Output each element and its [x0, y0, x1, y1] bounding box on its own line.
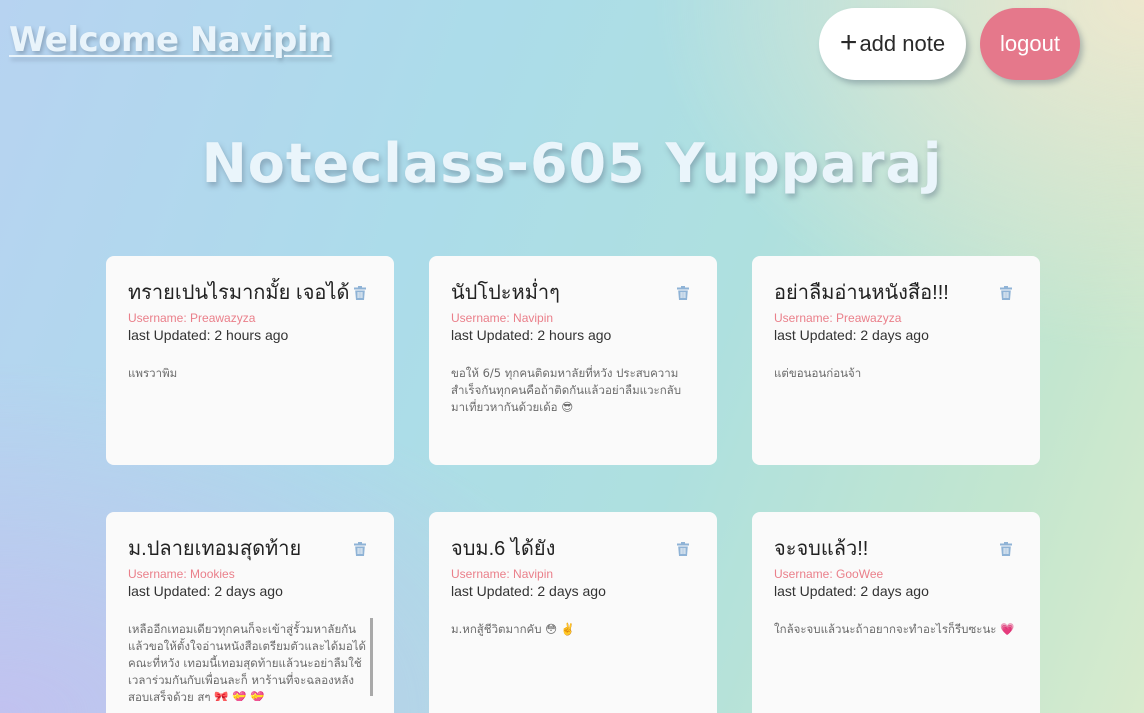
note-title: ทรายเปนไรมากมั้ย เจอได้: [128, 282, 350, 304]
note-username: Username: Navipin: [451, 567, 554, 581]
note-body: ใกล้จะจบแล้วนะถ้าอยากจะทำอะไรก็รีบซะนะ 💗: [774, 622, 1015, 636]
note-title: ม.ปลายเทอมสุดท้าย: [128, 538, 302, 560]
trash-icon[interactable]: [1000, 542, 1012, 556]
note-title: จะจบแล้ว!!: [774, 538, 869, 560]
note-body[interactable]: เหลืออีกเทอมเดียวทุกคนก็จะเข้าสู่รั้วมหา…: [128, 621, 372, 701]
welcome-heading: Welcome Navipin: [9, 20, 332, 60]
note-username: Username: Preawazyza: [774, 311, 902, 325]
note-card: ม.ปลายเทอมสุดท้าย Username: Mookies last…: [106, 512, 394, 713]
logout-label: logout: [1000, 31, 1060, 56]
add-note-label: add note: [859, 31, 946, 56]
note-updated: last Updated: 2 days ago: [774, 583, 929, 599]
add-note-button[interactable]: + add note: [819, 8, 966, 80]
note-card: จบม.6 ได้ยัง Username: Navipin last Upda…: [429, 512, 717, 713]
note-body: ม.หกสู้ชีวิตมากคับ 😳 ✌️: [451, 622, 576, 636]
note-title: จบม.6 ได้ยัง: [451, 538, 556, 560]
note-updated: last Updated: 2 days ago: [128, 583, 283, 599]
note-username: Username: Mookies: [128, 567, 235, 581]
trash-icon[interactable]: [354, 542, 366, 556]
note-card: จะจบแล้ว!! Username: GooWee last Updated…: [752, 512, 1040, 713]
page-title: Noteclass-605 Yupparaj: [201, 132, 943, 195]
note-card: อย่าลืมอ่านหนังสือ!!! Username: Preawazy…: [752, 256, 1040, 465]
note-title: อย่าลืมอ่านหนังสือ!!!: [774, 282, 949, 304]
note-username: Username: Navipin: [451, 311, 554, 325]
note-body: แต่ขอนอนก่อนจ้า: [774, 366, 862, 380]
plus-icon: +: [839, 26, 858, 59]
note-updated: last Updated: 2 hours ago: [451, 327, 612, 343]
note-body: แพรวาพิม: [128, 366, 178, 380]
note-username: Username: GooWee: [774, 567, 884, 581]
trash-icon[interactable]: [677, 542, 689, 556]
note-updated: last Updated: 2 hours ago: [128, 327, 289, 343]
note-body: ขอให้ 6/5 ทุกคนติดมหาลัยที่หวัง ประสบควา…: [451, 366, 682, 414]
note-username: Username: Preawazyza: [128, 311, 256, 325]
note-card: นัปโปะหม่ำๆ Username: Navipin last Updat…: [429, 256, 717, 465]
note-card: ทรายเปนไรมากมั้ย เจอได้ Username: Preawa…: [106, 256, 394, 465]
note-title: นัปโปะหม่ำๆ: [451, 282, 560, 304]
scrollbar-thumb[interactable]: [370, 618, 373, 696]
note-updated: last Updated: 2 days ago: [451, 583, 606, 599]
note-updated: last Updated: 2 days ago: [774, 327, 929, 343]
trash-icon[interactable]: [677, 286, 689, 300]
logout-button[interactable]: logout: [980, 8, 1080, 80]
trash-icon[interactable]: [354, 286, 366, 300]
trash-icon[interactable]: [1000, 286, 1012, 300]
